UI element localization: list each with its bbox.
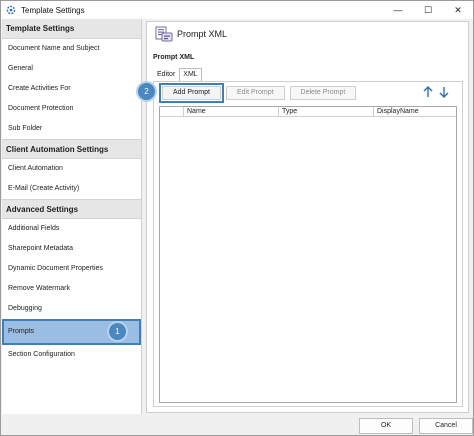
settings-sidebar: Template Settings Document Name and Subj… xyxy=(2,19,142,414)
sidebar-item-document-protection[interactable]: Document Protection xyxy=(2,99,141,119)
prompt-xml-icon xyxy=(155,26,173,42)
section-header-advanced-settings: Advanced Settings xyxy=(2,199,141,219)
app-logo-icon xyxy=(6,5,16,15)
sidebar-item-create-activities-for[interactable]: Create Activities For xyxy=(2,79,141,99)
window-controls: — ☐ ✕ xyxy=(383,1,473,19)
editor-tab-pane: Add Prompt Edit Prompt Delete Prompt 2 N… xyxy=(138,81,463,407)
prompt-toolbar: Add Prompt Edit Prompt Delete Prompt xyxy=(159,83,361,103)
delete-prompt-button[interactable]: Delete Prompt xyxy=(289,86,357,100)
edit-prompt-button[interactable]: Edit Prompt xyxy=(225,86,285,100)
section-header-template-settings: Template Settings xyxy=(2,19,141,39)
sidebar-item-general[interactable]: General xyxy=(2,59,141,79)
grid-column-displayname[interactable]: DisplayName xyxy=(374,107,456,116)
add-prompt-button[interactable]: Add Prompt xyxy=(159,83,224,103)
sidebar-item-sharepoint-metadata[interactable]: Sharepoint Metadata xyxy=(2,239,141,259)
title-bar: Template Settings — ☐ ✕ xyxy=(1,1,473,19)
sidebar-item-prompts[interactable]: Prompts 1 xyxy=(2,319,141,345)
template-settings-window: Template Settings — ☐ ✕ Template Setting… xyxy=(0,0,474,436)
sidebar-item-remove-watermark[interactable]: Remove Watermark xyxy=(2,279,141,299)
arrow-up-icon[interactable] xyxy=(422,85,434,99)
window-title: Template Settings xyxy=(21,5,85,15)
tab-xml[interactable]: XML xyxy=(179,68,202,81)
step-badge-1: 1 xyxy=(109,323,126,340)
prompt-xml-label: Prompt XML xyxy=(153,54,195,61)
sidebar-item-label: Prompts xyxy=(8,328,35,335)
prompts-grid[interactable]: Name Type DisplayName xyxy=(159,106,457,403)
sidebar-item-document-name-and-subject[interactable]: Document Name and Subject xyxy=(2,39,141,59)
reorder-arrows xyxy=(422,85,450,99)
minimize-button[interactable]: — xyxy=(383,1,413,19)
sidebar-item-dynamic-document-properties[interactable]: Dynamic Document Properties xyxy=(2,259,141,279)
cancel-button[interactable]: Cancel xyxy=(419,418,473,434)
grid-column-selector[interactable] xyxy=(160,107,184,116)
sidebar-item-additional-fields[interactable]: Additional Fields xyxy=(2,219,141,239)
arrow-down-icon[interactable] xyxy=(438,85,450,99)
panel-title: Prompt XML xyxy=(177,29,228,39)
sidebar-item-debugging[interactable]: Debugging xyxy=(2,299,141,319)
step-badge-2: 2 xyxy=(138,83,155,100)
main-panel: Prompt XML Prompt XML Editor XML Add Pro… xyxy=(138,21,469,413)
tab-editor[interactable]: Editor xyxy=(153,68,179,81)
editor-tabs: Editor XML xyxy=(153,68,202,81)
sidebar-item-sub-folder[interactable]: Sub Folder xyxy=(2,119,141,139)
panel-header: Prompt XML xyxy=(155,25,227,43)
ok-button[interactable]: OK xyxy=(359,418,413,434)
sidebar-item-email-create-activity[interactable]: E-Mail (Create Activity) xyxy=(2,179,141,199)
grid-column-name[interactable]: Name xyxy=(184,107,279,116)
grid-header-row: Name Type DisplayName xyxy=(160,107,456,117)
sidebar-item-section-configuration[interactable]: Section Configuration xyxy=(2,345,141,365)
grid-column-type[interactable]: Type xyxy=(279,107,374,116)
close-button[interactable]: ✕ xyxy=(443,1,473,19)
maximize-button[interactable]: ☐ xyxy=(413,1,443,19)
sidebar-item-client-automation[interactable]: Client Automation xyxy=(2,159,141,179)
section-header-client-automation: Client Automation Settings xyxy=(2,139,141,159)
